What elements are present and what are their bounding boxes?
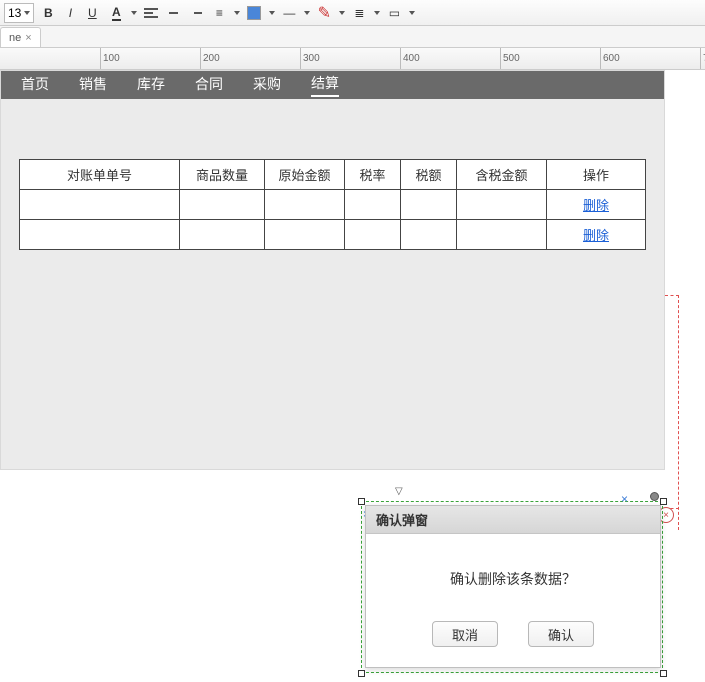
canvas: 100 200 300 400 500 600 700 首页 销售 库存 合同 … [0,48,705,682]
dropdown-icon[interactable] [131,11,137,15]
confirm-dialog: 确认弹窗 确认删除该条数据？ 取消 确认 [365,505,661,668]
line-style-button[interactable]: — [279,3,299,23]
dropdown-icon[interactable] [409,11,415,15]
line-weight-button[interactable]: ≣ [349,3,369,23]
document-tabstrip: ne × [0,26,705,48]
cell [457,220,547,250]
th-tax-rate: 税率 [345,160,401,190]
font-color-button[interactable]: A [106,3,126,23]
formatting-toolbar: 13 B I U A ≡ — ✎ ≣ ▭ [0,0,705,26]
dropdown-icon[interactable] [374,11,380,15]
nav-purchase[interactable]: 采购 [253,74,281,96]
close-tab-icon[interactable]: × [25,32,31,44]
dropdown-icon[interactable] [304,11,310,15]
th-action: 操作 [547,160,646,190]
horizontal-ruler: 100 200 300 400 500 600 700 [0,48,705,70]
cell [20,190,180,220]
cell [401,190,457,220]
cell [457,190,547,220]
dropdown-icon[interactable] [339,11,345,15]
cell [20,220,180,250]
cell [180,190,265,220]
page-mockup: 首页 销售 库存 合同 采购 结算 对账单单号 商品数量 原始金额 税率 税额 … [0,70,665,470]
bold-button[interactable]: B [38,3,58,23]
dialog-message: 确认删除该条数据？ [450,571,576,587]
cell [265,220,345,250]
italic-button[interactable]: I [60,3,80,23]
nav-settlement[interactable]: 结算 [311,73,339,97]
ruler-mark: 100 [103,53,120,64]
cell [180,220,265,250]
cancel-button[interactable]: 取消 [432,621,498,647]
th-orig-amount: 原始金额 [265,160,345,190]
line-color-button[interactable]: ✎ [314,3,334,23]
table-header-row: 对账单单号 商品数量 原始金额 税率 税额 含税金额 操作 [20,160,646,190]
dialog-titlebar[interactable]: 确认弹窗 [366,506,660,534]
ruler-mark: 500 [503,53,520,64]
ruler-mark: 200 [203,53,220,64]
document-tab[interactable]: ne × [0,27,41,47]
cell [265,190,345,220]
ok-button[interactable]: 确认 [528,621,594,647]
nav-inventory[interactable]: 库存 [137,74,165,96]
connector-line [665,295,679,530]
align-right-button[interactable] [185,3,205,23]
align-center-button[interactable] [163,3,183,23]
fontsize-value: 13 [8,6,21,20]
table-row: 删除 [20,220,646,250]
cell [345,220,401,250]
ruler-mark: 400 [403,53,420,64]
th-statement-no: 对账单单号 [20,160,180,190]
cell-action: 删除 [547,190,646,220]
resize-handle[interactable] [660,670,667,677]
resize-handle[interactable] [660,498,667,505]
align-left-button[interactable] [141,3,161,23]
th-amount-inc-tax: 含税金额 [457,160,547,190]
resize-handle[interactable] [358,498,365,505]
delete-link[interactable]: 删除 [583,198,609,213]
dropdown-icon[interactable] [269,11,275,15]
anchor-marker-icon[interactable]: × [621,492,628,506]
th-qty: 商品数量 [180,160,265,190]
dialog-footer: 取消 确认 [366,607,660,667]
table-row: 删除 [20,190,646,220]
page-navbar: 首页 销售 库存 合同 采购 结算 [1,71,664,99]
misc-button[interactable]: ▭ [384,3,404,23]
underline-button[interactable]: U [82,3,102,23]
nav-sales[interactable]: 销售 [79,74,107,96]
dropdown-icon[interactable] [234,11,240,15]
delete-link[interactable]: 删除 [583,228,609,243]
dialog-title: 确认弹窗 [376,510,428,529]
data-table: 对账单单号 商品数量 原始金额 税率 税额 含税金额 操作 [19,159,646,250]
fill-color-button[interactable] [244,3,264,23]
rotate-handle-icon[interactable]: ▽ [395,486,403,497]
cell [345,190,401,220]
fontsize-select[interactable]: 13 [4,3,34,23]
cell-action: 删除 [547,220,646,250]
th-tax: 税额 [401,160,457,190]
ruler-mark: 600 [603,53,620,64]
nav-home[interactable]: 首页 [21,74,49,96]
ruler-mark: 300 [303,53,320,64]
dialog-body: 确认删除该条数据？ [366,534,660,607]
resize-handle[interactable] [358,670,365,677]
cell [401,220,457,250]
valign-button[interactable]: ≡ [209,3,229,23]
dropdown-icon [24,11,30,15]
nav-contract[interactable]: 合同 [195,74,223,96]
handle-dot[interactable] [650,492,659,501]
tab-label: ne [9,32,21,44]
